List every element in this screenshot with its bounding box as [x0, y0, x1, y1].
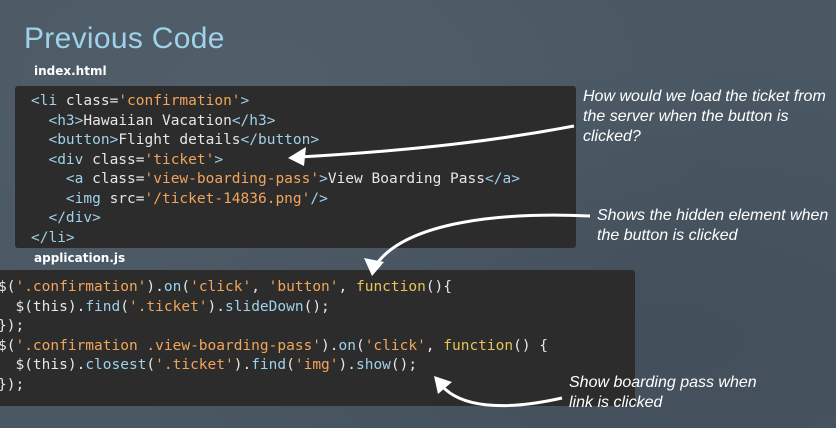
arrow-to-ticket-div: [299, 124, 575, 159]
arrow-to-button: [376, 213, 591, 263]
arrow-to-show: [440, 384, 563, 408]
arrow-to-ticket-div-head: [288, 147, 306, 166]
annotation-arrows: [288, 124, 591, 408]
